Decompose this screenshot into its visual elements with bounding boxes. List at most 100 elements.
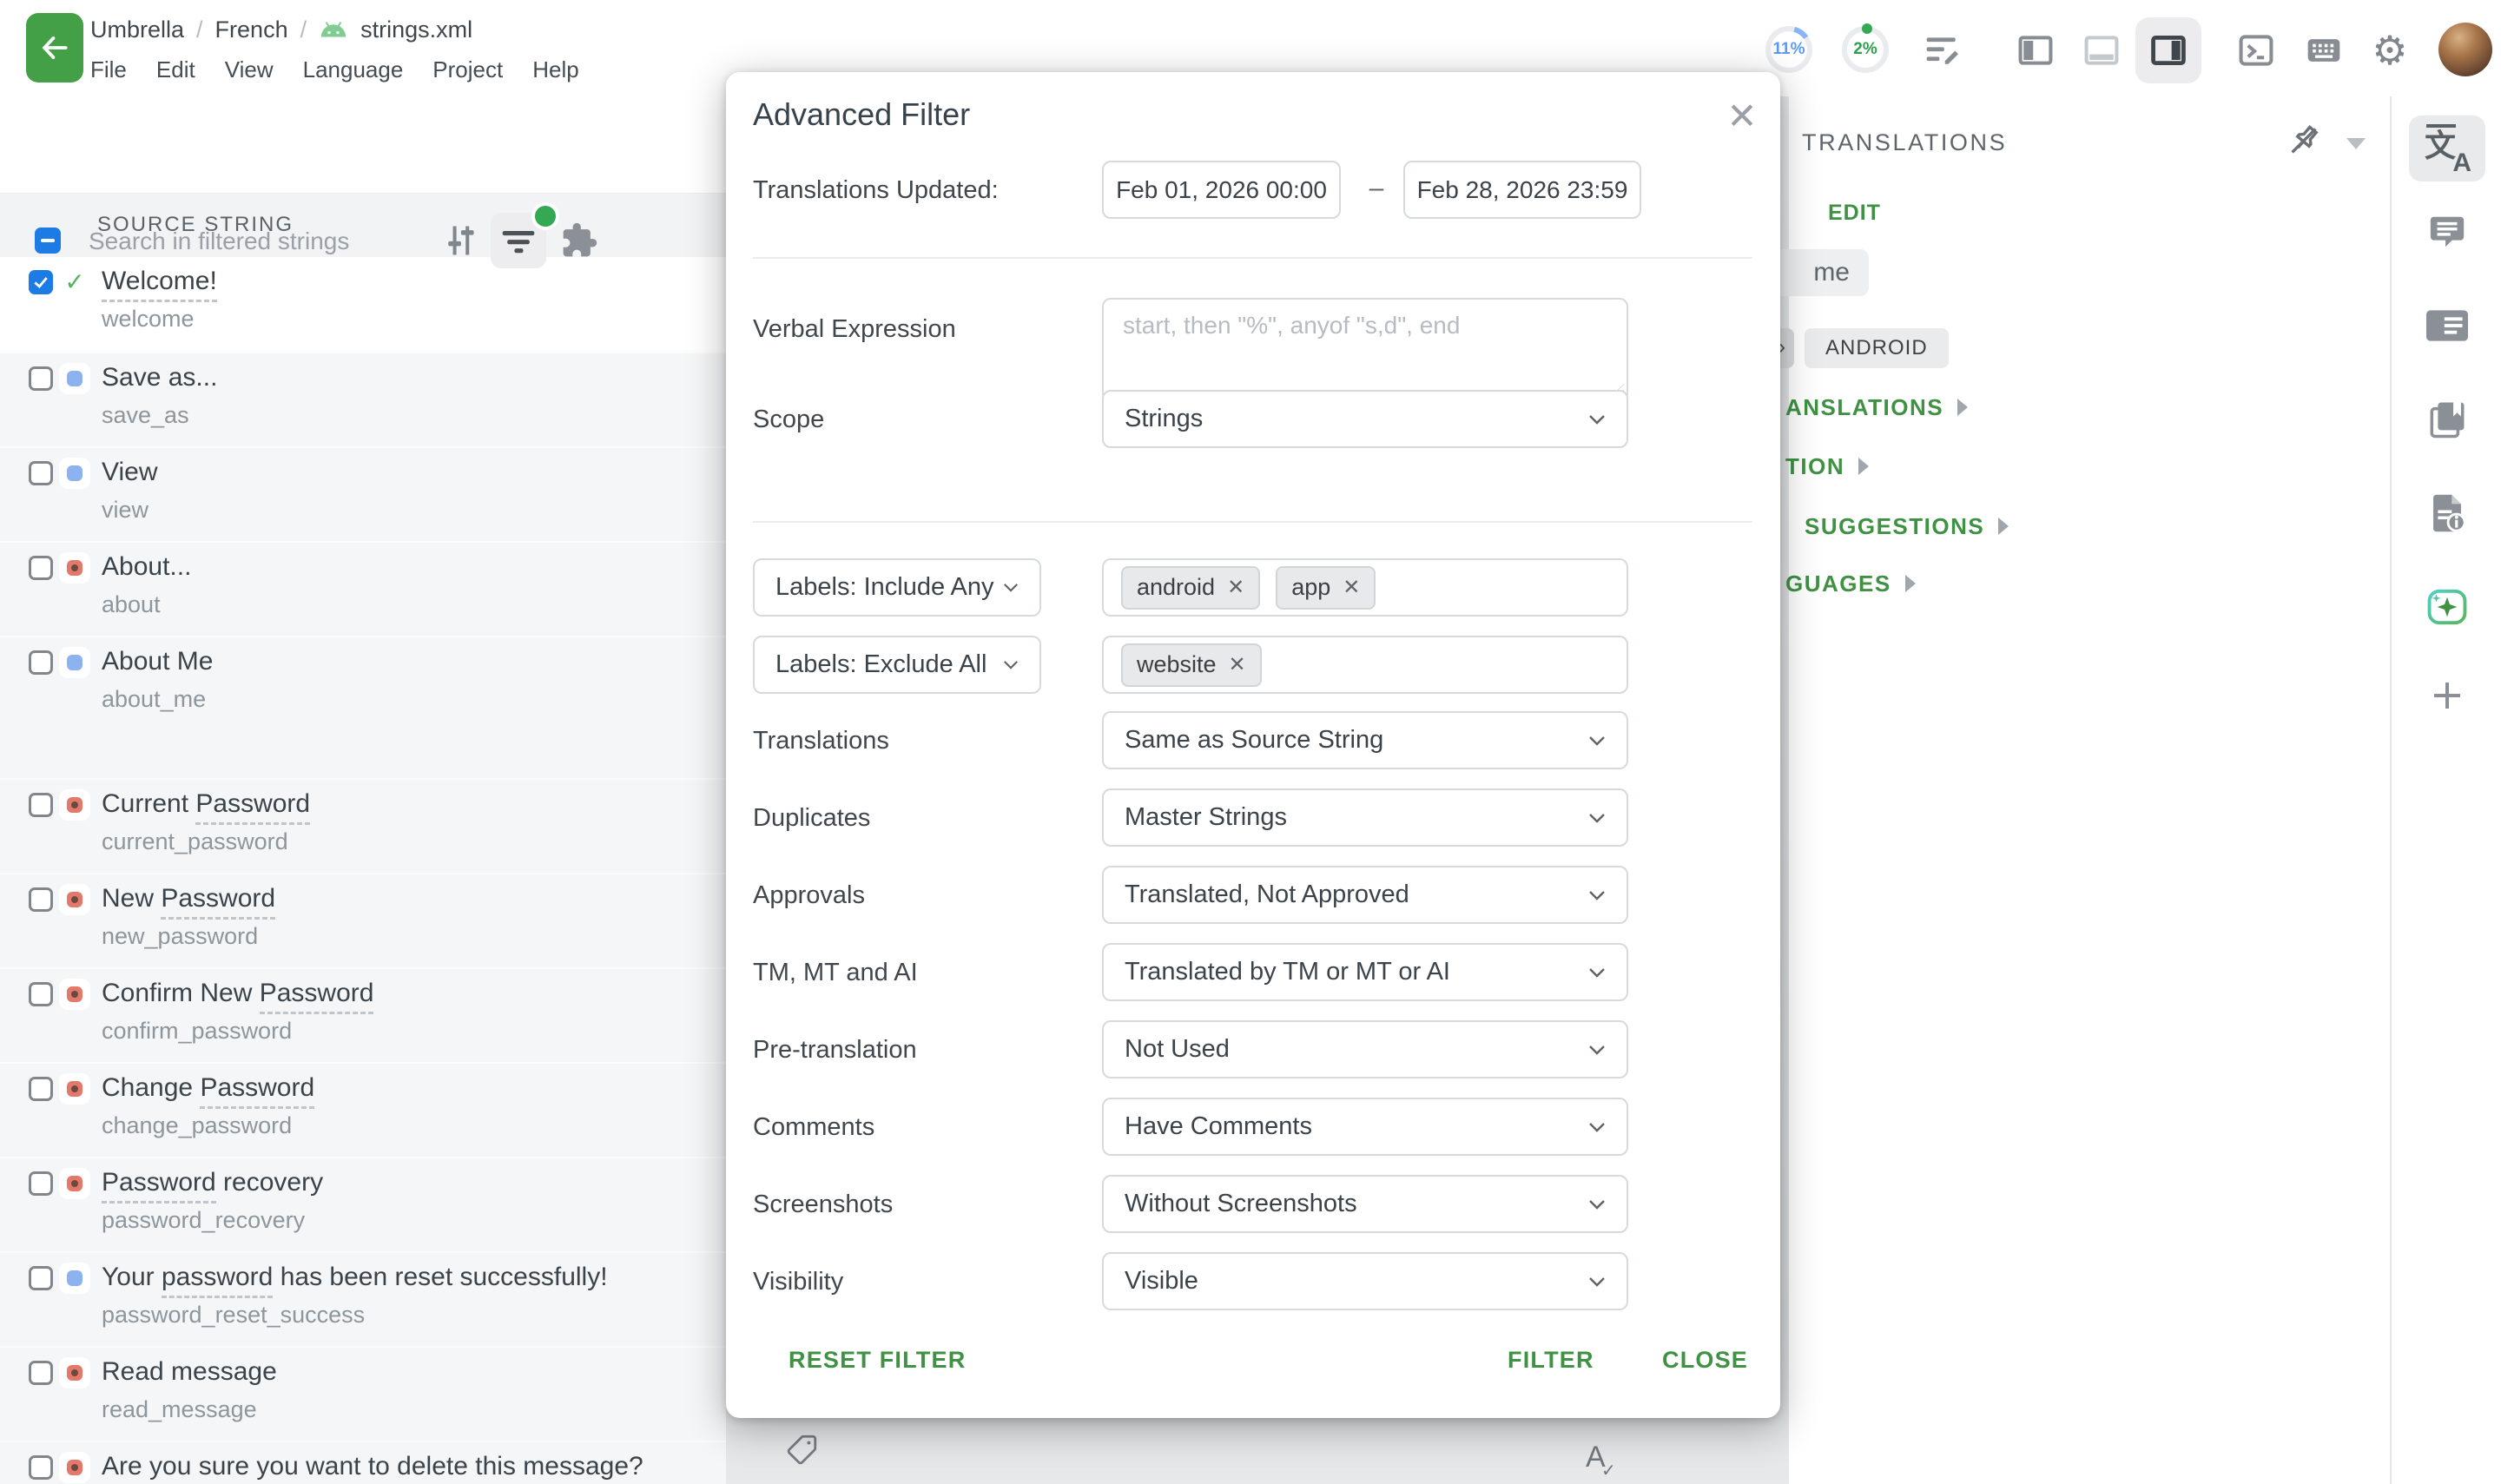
labels-include-mode-select[interactable]: Labels: Include Any — [753, 558, 1041, 617]
issue-status-icon — [59, 1168, 90, 1199]
close-icon[interactable]: ✕ — [1721, 95, 1763, 136]
compose-icon[interactable] — [1924, 31, 1962, 69]
row-checkbox[interactable] — [29, 461, 53, 485]
search-input[interactable] — [87, 216, 420, 267]
row-checkbox[interactable] — [29, 1171, 53, 1196]
glossary-term: Password — [102, 1168, 216, 1204]
row-checkbox[interactable] — [29, 556, 53, 580]
filter-select-tm-mt-and-ai[interactable]: Translated by TM or MT or AI — [1102, 943, 1628, 1001]
terminal-icon[interactable] — [2237, 31, 2275, 69]
string-key: view — [102, 497, 148, 524]
filter-select-visibility[interactable]: Visible — [1102, 1252, 1628, 1310]
row-checkbox[interactable] — [29, 793, 53, 817]
string-row[interactable]: Save as...save_as — [0, 352, 726, 448]
panel-bottom-icon[interactable] — [2082, 31, 2121, 69]
row-checkbox[interactable] — [29, 1455, 53, 1480]
date-from-input[interactable]: Feb 01, 2026 00:00 — [1102, 161, 1341, 219]
gear-icon[interactable]: ⚙ — [2371, 31, 2409, 69]
string-row[interactable]: Change Passwordchange_password — [0, 1062, 726, 1158]
labels-exclude-mode-select[interactable]: Labels: Exclude All — [753, 636, 1041, 694]
menu-language[interactable]: Language — [303, 56, 404, 83]
tune-icon[interactable] — [439, 218, 481, 263]
scope-select[interactable]: Strings — [1102, 390, 1628, 448]
plus-icon[interactable] — [2409, 663, 2485, 729]
remove-chip-icon[interactable]: ✕ — [1343, 575, 1360, 600]
panel-section-link[interactable]: TION — [1785, 449, 1869, 484]
string-row[interactable]: Are you sure you want to delete this mes… — [0, 1441, 726, 1484]
menu-file[interactable]: File — [90, 56, 127, 83]
remove-chip-icon[interactable]: ✕ — [1229, 652, 1246, 677]
issue-status-icon — [59, 1452, 90, 1483]
close-button[interactable]: CLOSE — [1662, 1347, 1748, 1374]
string-title: Save as... — [102, 363, 217, 392]
unpin-icon[interactable] — [2284, 121, 2324, 161]
filter-select-screenshots[interactable]: Without Screenshots — [1102, 1175, 1628, 1233]
row-checkbox[interactable] — [29, 887, 53, 912]
panel-section-link[interactable]: GUAGES — [1785, 566, 1916, 601]
menu-help[interactable]: Help — [532, 56, 578, 83]
remove-chip-icon[interactable]: ✕ — [1227, 575, 1244, 600]
translate-icon[interactable]: 文 A — [2409, 115, 2485, 181]
spellcheck-icon[interactable]: A ✓ — [1586, 1441, 1606, 1474]
keyboard-icon[interactable] — [2305, 31, 2343, 69]
glossary-icon[interactable] — [2409, 386, 2485, 452]
ai-assist-icon[interactable] — [2409, 574, 2485, 640]
labels-exclude-input[interactable]: website✕ — [1102, 636, 1628, 694]
string-row[interactable]: Current Passwordcurrent_password — [0, 778, 726, 874]
panel-right-icon[interactable] — [2149, 31, 2188, 69]
verbal-expression-input[interactable]: start, then "%", anyof "s,d", end — [1102, 298, 1628, 402]
filter-button[interactable]: FILTER — [1508, 1347, 1594, 1374]
panel-section-link[interactable]: SUGGESTIONS — [1805, 509, 2009, 544]
row-checkbox[interactable] — [29, 982, 53, 1006]
row-checkbox[interactable] — [29, 1077, 53, 1101]
filter-select-translations[interactable]: Same as Source String — [1102, 711, 1628, 769]
row-checkbox[interactable] — [29, 1266, 53, 1290]
translation-progress-ring[interactable]: 11% — [1765, 26, 1812, 73]
menu-edit[interactable]: Edit — [156, 56, 195, 83]
row-checkbox[interactable] — [29, 1361, 53, 1385]
string-title: About Me — [102, 647, 213, 676]
article-icon[interactable] — [2409, 293, 2485, 359]
string-row[interactable]: Read messageread_message — [0, 1346, 726, 1442]
date-to-input[interactable]: Feb 28, 2026 23:59 — [1403, 161, 1641, 219]
chevron-down-icon[interactable] — [2346, 138, 2366, 149]
filter-row-label: Duplicates — [753, 804, 870, 833]
file-info-icon[interactable] — [2409, 480, 2485, 546]
progress-dot — [1862, 23, 1872, 34]
select-all-checkbox[interactable] — [35, 228, 61, 254]
glossary-term: password — [162, 1263, 273, 1298]
comment-icon[interactable] — [2409, 199, 2485, 265]
string-row[interactable]: New Passwordnew_password — [0, 873, 726, 969]
filter-select-comments[interactable]: Have Comments — [1102, 1098, 1628, 1156]
string-row[interactable]: Viewview — [0, 446, 726, 543]
approval-progress-ring[interactable]: 2% — [1842, 26, 1889, 73]
string-row[interactable]: ✓Welcome!welcome — [0, 257, 726, 353]
string-row[interactable]: About Meabout_me — [0, 636, 726, 780]
avatar[interactable] — [2438, 23, 2492, 76]
string-row[interactable]: Your password has been reset successfull… — [0, 1251, 726, 1348]
filter-select-duplicates[interactable]: Master Strings — [1102, 788, 1628, 847]
row-checkbox[interactable] — [29, 650, 53, 675]
panel-left-icon[interactable] — [2016, 31, 2055, 69]
row-checkbox[interactable] — [29, 270, 53, 294]
back-button[interactable] — [26, 13, 83, 82]
string-row[interactable]: About...about — [0, 541, 726, 637]
edit-link[interactable]: EDIT — [1828, 201, 1881, 226]
menu-view[interactable]: View — [225, 56, 274, 83]
puzzle-icon[interactable] — [558, 218, 600, 263]
tag-icon[interactable] — [783, 1432, 820, 1468]
filter-select-approvals[interactable]: Translated, Not Approved — [1102, 866, 1628, 924]
string-row[interactable]: Confirm New Passwordconfirm_password — [0, 967, 726, 1064]
breadcrumb-file[interactable]: strings.xml — [360, 16, 472, 43]
menu-project[interactable]: Project — [432, 56, 503, 83]
breadcrumb-language[interactable]: French — [215, 16, 288, 43]
filter-select-pre-translation[interactable]: Not Used — [1102, 1020, 1628, 1078]
panel-section-link[interactable]: ANSLATIONS — [1785, 390, 1968, 425]
string-title: Are you sure you want to delete this mes… — [102, 1452, 643, 1481]
labels-include-input[interactable]: android✕app✕ — [1102, 558, 1628, 617]
row-checkbox[interactable] — [29, 366, 53, 391]
reset-filter-button[interactable]: RESET FILTER — [789, 1347, 966, 1374]
string-row[interactable]: Password recoverypassword_recovery — [0, 1157, 726, 1253]
breadcrumb-project[interactable]: Umbrella — [90, 16, 184, 43]
android-icon — [319, 18, 348, 41]
